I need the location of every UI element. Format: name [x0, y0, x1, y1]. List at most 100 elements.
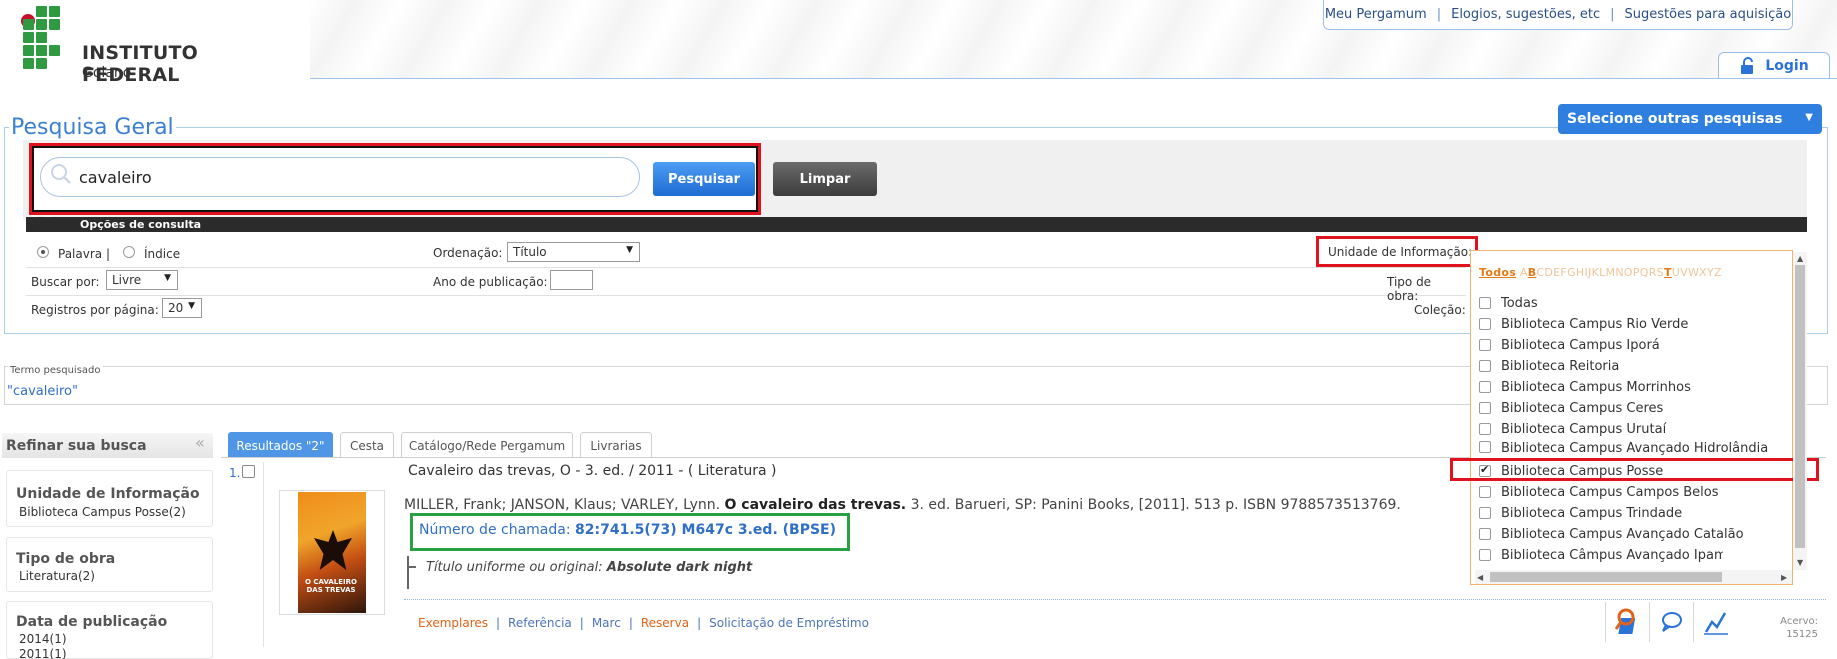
unit-option[interactable]: Biblioteca Câmpus Avançado Ipameri — [1479, 546, 1723, 564]
alpha-letter[interactable]: O — [1624, 266, 1633, 279]
unit-option[interactable]: Biblioteca Campus Morrinhos — [1479, 378, 1779, 396]
alpha-filter[interactable]: Todos ABCDEFGHIJKLMNOPQRSTUVWXYZ — [1479, 266, 1722, 279]
refine-item[interactable]: Biblioteca Campus Posse(2) — [19, 505, 186, 519]
unit-option[interactable]: Biblioteca Campus Urutaí — [1479, 420, 1779, 438]
searched-term-value[interactable]: "cavaleiro" — [7, 384, 78, 399]
tab-results[interactable]: Resultados "2" — [228, 432, 333, 458]
per-page-select[interactable]: 20 ▼ — [162, 298, 202, 318]
refine-item[interactable]: 2011(1) — [19, 647, 67, 659]
institution-logo[interactable]: INSTITUTO FEDERAL Goiano — [18, 6, 298, 86]
radio-word[interactable] — [37, 246, 49, 258]
unit-option[interactable]: Todas — [1479, 294, 1779, 312]
checkbox[interactable] — [1479, 360, 1491, 372]
alpha-letter[interactable]: Z — [1714, 266, 1722, 279]
checkbox[interactable] — [1479, 507, 1491, 519]
alpha-letter[interactable]: U — [1672, 266, 1680, 279]
tab-catalogo[interactable]: Catálogo/Rede Pergamum — [401, 432, 573, 458]
uniform-title: Título uniforme ou original: Absolute da… — [426, 560, 752, 575]
link-marc[interactable]: Marc — [592, 616, 621, 630]
page-title: Pesquisa Geral — [9, 115, 176, 140]
collapse-left-icon[interactable]: « — [195, 433, 205, 452]
unit-option[interactable]: Biblioteca Campus Ceres — [1479, 399, 1779, 417]
scroll-left-icon[interactable]: ◀ — [1477, 573, 1483, 582]
search-button[interactable]: Pesquisar — [653, 162, 755, 196]
result-title[interactable]: Cavaleiro das trevas, O - 3. ed. / 2011 … — [408, 463, 776, 479]
checkbox[interactable] — [1479, 297, 1491, 309]
result-checkbox[interactable] — [242, 465, 255, 478]
horizontal-scroll-thumb[interactable] — [1490, 572, 1722, 582]
search-input[interactable]: cavaleiro — [40, 157, 640, 197]
alpha-letter[interactable]: G — [1567, 266, 1576, 279]
refine-group-unit: Unidade de Informação Biblioteca Campus … — [6, 470, 213, 527]
options-bar[interactable]: Opções de consulta — [26, 217, 1807, 232]
clear-button[interactable]: Limpar — [773, 162, 877, 196]
radio-index[interactable] — [123, 246, 135, 258]
alpha-letter[interactable]: Y — [1707, 266, 1714, 279]
view-detail-button[interactable] — [1605, 602, 1649, 642]
checkbox[interactable] — [1479, 528, 1491, 540]
checkbox[interactable] — [1479, 549, 1491, 561]
alpha-letter[interactable]: W — [1688, 266, 1699, 279]
unit-option[interactable]: Biblioteca Campus Iporá — [1479, 336, 1779, 354]
checkbox[interactable] — [1479, 318, 1491, 330]
link-referencia[interactable]: Referência — [508, 616, 572, 630]
tab-cesta[interactable]: Cesta — [340, 432, 394, 458]
checkbox[interactable] — [1479, 423, 1491, 435]
alpha-letter[interactable]: X — [1699, 266, 1707, 279]
alpha-letter[interactable]: K — [1592, 266, 1600, 279]
link-separator: | — [1436, 7, 1442, 22]
alpha-letter[interactable]: P — [1633, 266, 1640, 279]
unit-option[interactable]: Biblioteca Campus Avançado Catalão — [1479, 525, 1779, 543]
link-sugestoes[interactable]: Sugestões para aquisição — [1625, 7, 1792, 22]
search-by-select[interactable]: Livre ▼ — [106, 270, 178, 290]
checkbox[interactable] — [1479, 381, 1491, 393]
scroll-down-icon[interactable]: ▼ — [1797, 558, 1803, 567]
alpha-letter[interactable]: M — [1606, 266, 1616, 279]
unit-option-label: Biblioteca Campus Trindade — [1501, 505, 1683, 521]
checkbox[interactable] — [1479, 339, 1491, 351]
pub-year-input[interactable] — [550, 270, 593, 290]
vertical-scroll-thumb[interactable] — [1795, 265, 1805, 548]
alpha-letter[interactable]: S — [1657, 266, 1664, 279]
other-searches-dropdown[interactable]: Selecione outras pesquisas ▼ — [1558, 104, 1822, 134]
login-button[interactable]: Login — [1718, 52, 1830, 78]
acervo-label: Acervo: — [1780, 616, 1818, 627]
link-exemplares[interactable]: Exemplares — [418, 616, 488, 630]
link-solicitacao[interactable]: Solicitação de Empréstimo — [709, 616, 869, 630]
order-select[interactable]: Título ▼ — [507, 242, 640, 262]
alpha-letter[interactable]: Q — [1640, 266, 1649, 279]
per-page-value: 20 — [168, 301, 184, 315]
alpha-letter[interactable]: D — [1544, 266, 1553, 279]
unit-option[interactable]: Biblioteca Reitoria — [1479, 357, 1779, 375]
alpha-letter[interactable]: N — [1615, 266, 1624, 279]
alpha-letter[interactable]: A — [1520, 266, 1528, 279]
statistics-button[interactable] — [1693, 602, 1737, 642]
uniform-title-value: Absolute dark night — [606, 560, 753, 575]
alpha-letter[interactable]: R — [1649, 266, 1657, 279]
scroll-right-icon[interactable]: ▶ — [1781, 573, 1787, 582]
comment-button[interactable] — [1649, 602, 1693, 642]
unit-option[interactable]: Biblioteca Campus Campos Belos — [1479, 483, 1779, 501]
link-reserva[interactable]: Reserva — [641, 616, 689, 630]
logo-square — [36, 6, 47, 17]
unit-option[interactable]: Biblioteca Campus Avançado Hidrolândia — [1479, 441, 1779, 455]
scroll-up-icon[interactable]: ▲ — [1797, 254, 1803, 263]
checkbox[interactable] — [1479, 441, 1491, 453]
alpha-all[interactable]: Todos — [1479, 266, 1516, 279]
link-meu-pergamum[interactable]: Meu Pergamum — [1325, 7, 1427, 22]
unit-option[interactable]: Biblioteca Campus Rio Verde — [1479, 315, 1779, 333]
tab-livrarias[interactable]: Livrarias — [580, 432, 652, 458]
link-elogios[interactable]: Elogios, sugestões, etc — [1451, 7, 1600, 22]
alpha-letter[interactable]: T — [1664, 266, 1672, 279]
speech-bubble-icon — [1662, 612, 1682, 632]
logo-square — [49, 6, 60, 17]
link-separator: | — [496, 616, 501, 630]
checkbox[interactable] — [1479, 486, 1491, 498]
ref-rest: 3. ed. Barueri, SP: Panini Books, [2011]… — [910, 497, 1401, 513]
link-separator: | — [628, 616, 633, 630]
unit-option[interactable]: Biblioteca Campus Trindade — [1479, 504, 1779, 522]
refine-item[interactable]: Literatura(2) — [19, 569, 95, 583]
alpha-letter[interactable]: V — [1680, 266, 1688, 279]
refine-item[interactable]: 2014(1) — [19, 632, 67, 646]
checkbox[interactable] — [1479, 402, 1491, 414]
